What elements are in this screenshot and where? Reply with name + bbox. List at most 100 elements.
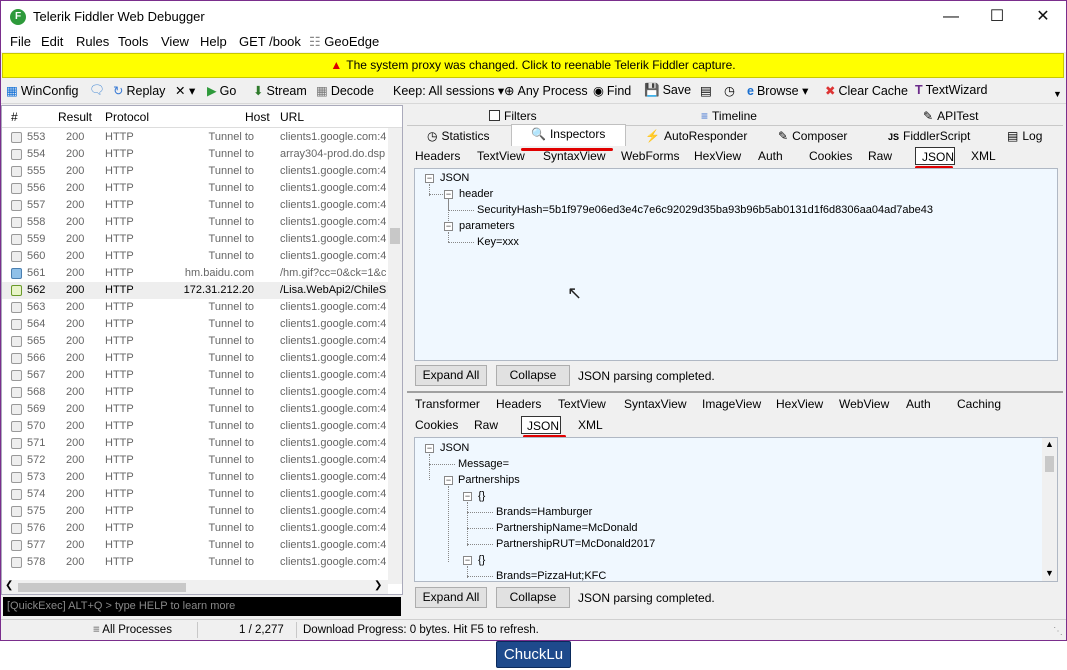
collapse-toggle-icon[interactable]: − bbox=[444, 222, 453, 231]
tree-node-json[interactable]: JSON bbox=[440, 442, 469, 454]
menu-tools[interactable]: Tools bbox=[118, 34, 148, 49]
collapse-toggle-icon[interactable]: − bbox=[444, 190, 453, 199]
table-row[interactable]: 571 200 HTTP Tunnel to clients1.google.com:4 bbox=[2, 435, 388, 452]
table-row[interactable]: 562 200 HTTP 172.31.212.20/Lisa.WebApi2/Chi… bbox=[2, 282, 388, 299]
res-tab-hexview[interactable]: HexView bbox=[776, 397, 823, 411]
tab-fiddlerscript[interactable]: JS FiddlerScript bbox=[888, 129, 970, 143]
tree-node-brands[interactable]: Brands=PizzaHut;KFC bbox=[496, 570, 606, 581]
table-row[interactable]: 577 200 HTTP Tunnel to clients1.google.com:4 bbox=[2, 537, 388, 554]
decode-button[interactable]: ▦ Decode bbox=[316, 83, 374, 98]
table-row[interactable]: 560 200 HTTP Tunnel to clients1.google.com:4 bbox=[2, 248, 388, 265]
tree-node-header[interactable]: header bbox=[459, 188, 493, 200]
table-row[interactable]: 575 200 HTTP Tunnel to clients1.google.com:4 bbox=[2, 503, 388, 520]
menu-view[interactable]: View bbox=[161, 34, 189, 49]
tree-node-securityhash[interactable]: SecurityHash=5b1f979e06ed3e4c7e6c92029d3… bbox=[477, 204, 933, 216]
collapse-toggle-icon[interactable]: − bbox=[463, 492, 472, 501]
menu-rules[interactable]: Rules bbox=[76, 34, 109, 49]
tree-node-parameters[interactable]: parameters bbox=[459, 220, 515, 232]
tree-node-key[interactable]: Key=xxx bbox=[477, 236, 519, 248]
tab-log[interactable]: ▤ Log bbox=[1007, 129, 1042, 143]
any-process-button[interactable]: ⊕ Any Process bbox=[504, 83, 588, 98]
scroll-down-icon[interactable]: ▼ bbox=[1045, 568, 1054, 578]
tab-autoresponder[interactable]: ⚡ AutoResponder bbox=[645, 129, 747, 143]
tree-node-brands[interactable]: Brands=Hamburger bbox=[496, 506, 592, 518]
session-list-hscrollbar[interactable]: ❮ ❯ bbox=[2, 580, 388, 594]
col-host[interactable]: Host bbox=[245, 110, 270, 124]
menu-geoedge[interactable]: ☷ GeoEdge bbox=[309, 34, 379, 50]
session-list-vscrollbar[interactable] bbox=[388, 128, 402, 584]
replay-button[interactable]: ↻ Replay bbox=[113, 83, 165, 98]
table-row[interactable]: 573 200 HTTP Tunnel to clients1.google.com:4 bbox=[2, 469, 388, 486]
res-tab-imageview[interactable]: ImageView bbox=[702, 397, 761, 411]
scroll-right-icon[interactable]: ❯ bbox=[374, 580, 382, 591]
textwizard-button[interactable]: T TextWizard bbox=[915, 83, 987, 97]
stream-button[interactable]: ⬇ Stream bbox=[253, 83, 307, 98]
table-row[interactable]: 567 200 HTTP Tunnel to clients1.google.com:4 bbox=[2, 367, 388, 384]
res-expand-all-button[interactable]: Expand All bbox=[415, 587, 487, 608]
req-tab-webforms[interactable]: WebForms bbox=[621, 149, 679, 163]
timer-button[interactable]: ◷ bbox=[724, 83, 738, 98]
process-filter[interactable]: ≡ All Processes bbox=[93, 624, 172, 636]
col-result[interactable]: Result bbox=[58, 110, 92, 124]
res-tab-headers[interactable]: Headers bbox=[496, 397, 541, 411]
quickexec-input[interactable]: [QuickExec] ALT+Q > type HELP to learn m… bbox=[3, 597, 401, 616]
res-tab-raw[interactable]: Raw bbox=[474, 418, 498, 432]
req-tab-textview[interactable]: TextView bbox=[477, 149, 525, 163]
chucklu-taskbar-button[interactable]: ChuckLu bbox=[496, 641, 571, 668]
menu-file[interactable]: File bbox=[10, 34, 31, 49]
req-tab-raw[interactable]: Raw bbox=[868, 149, 892, 163]
tree-node-partnershipname[interactable]: PartnershipName=McDonald bbox=[496, 522, 638, 534]
save-button[interactable]: 💾 Save bbox=[644, 83, 691, 98]
tree-node-message[interactable]: Message= bbox=[458, 458, 509, 470]
menu-edit[interactable]: Edit bbox=[41, 34, 63, 49]
table-row[interactable]: 559 200 HTTP Tunnel to clients1.google.com:4 bbox=[2, 231, 388, 248]
req-tab-auth[interactable]: Auth bbox=[758, 149, 783, 163]
tree-node-object[interactable]: {} bbox=[478, 554, 485, 566]
table-row[interactable]: 564 200 HTTP Tunnel to clients1.google.com:4 bbox=[2, 316, 388, 333]
req-tab-xml[interactable]: XML bbox=[971, 149, 996, 163]
col-protocol[interactable]: Protocol bbox=[105, 110, 149, 124]
tree-node-json[interactable]: JSON bbox=[440, 172, 469, 184]
res-tab-webview[interactable]: WebView bbox=[839, 397, 889, 411]
toolbar-overflow-icon[interactable]: ▼ bbox=[1053, 89, 1062, 99]
res-tab-xml[interactable]: XML bbox=[578, 418, 603, 432]
table-row[interactable]: 557 200 HTTP Tunnel to clients1.google.com:4 bbox=[2, 197, 388, 214]
table-row[interactable]: 566 200 HTTP Tunnel to clients1.google.com:4 bbox=[2, 350, 388, 367]
table-row[interactable]: 565 200 HTTP Tunnel to clients1.google.com:4 bbox=[2, 333, 388, 350]
tab-inspectors[interactable]: 🔍 Inspectors bbox=[531, 127, 605, 141]
browse-button[interactable]: e Browse ▾ bbox=[747, 83, 808, 98]
winconfig-button[interactable]: ▦ WinConfig bbox=[6, 83, 78, 98]
tree-node-partnerships[interactable]: Partnerships bbox=[458, 474, 520, 486]
tab-composer[interactable]: ✎ Composer bbox=[778, 129, 847, 143]
minimize-button[interactable]: — bbox=[928, 1, 974, 32]
res-tab-auth[interactable]: Auth bbox=[906, 397, 931, 411]
table-row[interactable]: 555 200 HTTP Tunnel to clients1.google.com:4 bbox=[2, 163, 388, 180]
tab-timeline[interactable]: ≡ Timeline bbox=[701, 109, 757, 123]
req-tab-cookies[interactable]: Cookies bbox=[809, 149, 852, 163]
tree-node-partnershiprut[interactable]: PartnershipRUT=McDonald2017 bbox=[496, 538, 655, 550]
hscroll-thumb[interactable] bbox=[18, 583, 186, 592]
go-button[interactable]: ▶ Go bbox=[207, 83, 236, 98]
clear-cache-button[interactable]: ✖ Clear Cache bbox=[825, 83, 908, 98]
req-collapse-button[interactable]: Collapse bbox=[496, 365, 570, 386]
maximize-button[interactable]: ☐ bbox=[974, 1, 1020, 32]
table-row[interactable]: 568 200 HTTP Tunnel to clients1.google.com:4 bbox=[2, 384, 388, 401]
screenshot-button[interactable]: ▤ bbox=[700, 83, 715, 98]
remove-button[interactable]: ✕ ▾ bbox=[175, 83, 195, 98]
table-row[interactable]: 578 200 HTTP Tunnel to clients1.google.com:4 bbox=[2, 554, 388, 571]
request-json-tree[interactable]: − JSON − header SecurityHash=5b1f979e06e… bbox=[414, 168, 1058, 361]
res-tab-textview[interactable]: TextView bbox=[558, 397, 606, 411]
tab-filters[interactable]: Filters bbox=[489, 109, 537, 123]
scroll-left-icon[interactable]: ❮ bbox=[5, 580, 13, 591]
keep-sessions-dropdown[interactable]: Keep: All sessions ▾ bbox=[393, 83, 504, 98]
table-row[interactable]: 574 200 HTTP Tunnel to clients1.google.com:4 bbox=[2, 486, 388, 503]
vscroll-thumb[interactable] bbox=[390, 228, 400, 244]
table-row[interactable]: 561 200 HTTP hm.baidu.com/hm.gif?cc=0&ck=1&… bbox=[2, 265, 388, 282]
splitter[interactable] bbox=[407, 391, 1063, 393]
res-tab-transformer[interactable]: Transformer bbox=[415, 397, 480, 411]
res-tab-syntaxview[interactable]: SyntaxView bbox=[624, 397, 686, 411]
menu-get-book[interactable]: GET /book bbox=[239, 34, 301, 49]
response-json-tree[interactable]: − JSON Message= − Partnerships − {} Bran… bbox=[414, 437, 1058, 582]
res-tab-json[interactable]: JSON bbox=[527, 419, 559, 433]
comment-button[interactable]: 🗨 bbox=[89, 83, 108, 98]
